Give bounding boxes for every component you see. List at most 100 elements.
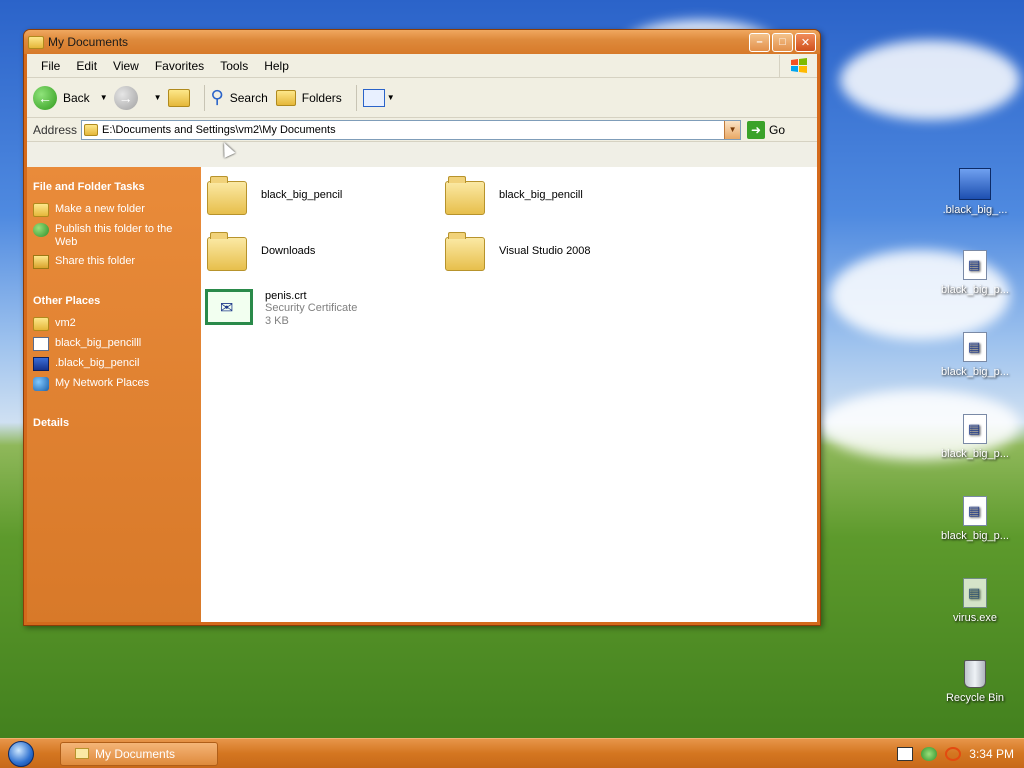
desktop-icon-computer[interactable]: .black_big_... bbox=[930, 168, 1020, 216]
folder-icon bbox=[207, 231, 251, 271]
document-icon bbox=[963, 332, 987, 362]
back-dropdown[interactable]: ▼ bbox=[100, 93, 108, 102]
windows-orb-icon bbox=[8, 740, 34, 767]
menu-view[interactable]: View bbox=[105, 59, 147, 73]
music-folder-icon bbox=[207, 175, 251, 215]
cloud bbox=[840, 40, 1020, 120]
search-tray-icon[interactable] bbox=[945, 746, 962, 761]
back-button[interactable]: ← Back bbox=[33, 85, 90, 110]
desktop-icon-label: black_big_p... bbox=[941, 284, 1009, 296]
address-dropdown[interactable]: ▼ bbox=[724, 120, 741, 139]
task-make-new-folder[interactable]: Make a new folder bbox=[33, 203, 195, 217]
file-name: Downloads bbox=[261, 245, 316, 257]
file-name: Visual Studio 2008 bbox=[499, 245, 591, 257]
back-arrow-icon: ← bbox=[33, 85, 57, 110]
desktop-icon-label: black_big_p... bbox=[941, 366, 1009, 378]
desktop-icon-doc[interactable]: black_big_p... bbox=[930, 496, 1020, 542]
views-dropdown: ▼ bbox=[386, 93, 395, 102]
document-icon bbox=[33, 337, 49, 351]
search-icon: ⚲ bbox=[210, 87, 224, 107]
network-icon[interactable] bbox=[921, 746, 938, 761]
place-label: My Network Places bbox=[55, 377, 150, 389]
close-button[interactable]: ✕ bbox=[795, 32, 816, 52]
file-item[interactable]: black_big_pencil bbox=[207, 175, 342, 215]
desktop-icon-label: Recycle Bin bbox=[945, 692, 1005, 704]
file-item[interactable]: Downloads bbox=[207, 231, 315, 271]
file-item[interactable]: Visual Studio 2008 bbox=[445, 231, 591, 271]
clock[interactable]: 3:34 PM bbox=[969, 747, 1014, 761]
publish-web-icon bbox=[33, 223, 49, 237]
views-button[interactable]: ▼ bbox=[362, 88, 401, 107]
file-tasks-title[interactable]: File and Folder Tasks bbox=[33, 181, 195, 193]
task-label: Publish this folder to the Web bbox=[55, 223, 173, 248]
menu-edit[interactable]: Edit bbox=[68, 59, 105, 73]
window-title: My Documents bbox=[48, 35, 129, 49]
maximize-button[interactable]: □ bbox=[772, 32, 793, 52]
title-bar[interactable]: My Documents – □ ✕ bbox=[24, 30, 820, 54]
menu-tools[interactable]: Tools bbox=[212, 59, 256, 73]
back-label: Back bbox=[63, 90, 90, 105]
keyboard-icon[interactable] bbox=[897, 746, 914, 761]
desktop-icon-doc[interactable]: black_big_p... bbox=[930, 332, 1020, 378]
address-input[interactable]: E:\Documents and Settings\vm2\My Documen… bbox=[81, 119, 742, 140]
desktop-icon-label: virus.exe bbox=[952, 612, 998, 624]
folder-icon bbox=[84, 123, 99, 136]
menu-bar: File Edit View Favorites Tools Help bbox=[27, 54, 817, 78]
toolbar: ← Back ▼ → ▼ ⚲ Search Folders ▼ bbox=[27, 78, 817, 118]
desktop-icon-label: .black_big_... bbox=[942, 204, 1008, 216]
computer-icon bbox=[959, 168, 991, 200]
place-label: black_big_pencilll bbox=[55, 337, 142, 349]
toolbar-separator bbox=[355, 84, 357, 111]
file-type: Security Certificate bbox=[265, 302, 358, 314]
desktop-icon-label: black_big_p... bbox=[941, 530, 1009, 542]
document-icon bbox=[963, 414, 987, 444]
up-folder-icon bbox=[167, 88, 190, 107]
desktop-icon-recycle-bin[interactable]: Recycle Bin bbox=[930, 660, 1020, 704]
menu-help[interactable]: Help bbox=[256, 59, 297, 73]
place-label: .black_big_pencil bbox=[55, 357, 140, 369]
desktop-icon-exe[interactable]: virus.exe bbox=[930, 578, 1020, 624]
up-button[interactable] bbox=[167, 88, 190, 107]
file-name: black_big_pencill bbox=[499, 189, 583, 201]
place-black-big-pencilll[interactable]: black_big_pencilll bbox=[33, 337, 195, 351]
file-name: penis.crt bbox=[265, 290, 307, 302]
details-title[interactable]: Details bbox=[33, 417, 195, 429]
file-item[interactable]: penis.crt Security Certificate 3 KB bbox=[205, 289, 357, 329]
certificate-icon bbox=[205, 289, 255, 329]
executable-icon bbox=[963, 578, 987, 608]
go-button[interactable]: ➜ Go bbox=[747, 120, 785, 139]
place-network[interactable]: My Network Places bbox=[33, 377, 195, 391]
search-button[interactable]: ⚲ Search bbox=[211, 87, 268, 108]
folder-icon bbox=[33, 317, 49, 331]
forward-dropdown[interactable]: ▼ bbox=[154, 93, 162, 102]
windows-logo-icon bbox=[779, 54, 817, 77]
forward-button[interactable]: → bbox=[113, 85, 144, 110]
taskbar-item-my-documents[interactable]: My Documents bbox=[60, 741, 218, 766]
desktop-icon-doc[interactable]: black_big_p... bbox=[930, 250, 1020, 296]
share-folder-icon bbox=[33, 255, 49, 269]
minimize-button[interactable]: – bbox=[749, 32, 770, 52]
folders-button[interactable]: Folders bbox=[275, 89, 342, 106]
other-places-title[interactable]: Other Places bbox=[33, 295, 195, 307]
place-black-big-pencil[interactable]: .black_big_pencil bbox=[33, 357, 195, 371]
task-publish-folder[interactable]: Publish this folder to the Web bbox=[33, 223, 195, 249]
desktop-icon-label: black_big_p... bbox=[941, 448, 1009, 460]
views-icon bbox=[362, 88, 385, 107]
place-vm2[interactable]: vm2 bbox=[33, 317, 195, 331]
pictures-folder-icon bbox=[445, 175, 489, 215]
address-value: E:\Documents and Settings\vm2\My Documen… bbox=[102, 123, 336, 136]
start-button[interactable] bbox=[0, 739, 42, 768]
address-label: Address bbox=[33, 122, 78, 137]
folder-icon bbox=[28, 35, 44, 49]
task-share-folder[interactable]: Share this folder bbox=[33, 255, 195, 269]
explorer-window: My Documents – □ ✕ File Edit View Favori… bbox=[23, 29, 821, 626]
folders-icon bbox=[275, 89, 296, 106]
place-label: vm2 bbox=[55, 317, 76, 329]
menu-file[interactable]: File bbox=[33, 59, 68, 73]
file-item[interactable]: black_big_pencill bbox=[445, 175, 583, 215]
taskbar: My Documents 3:34 PM bbox=[0, 738, 1024, 768]
new-folder-icon bbox=[33, 203, 49, 217]
menu-favorites[interactable]: Favorites bbox=[147, 59, 212, 73]
desktop-icon-doc[interactable]: black_big_p... bbox=[930, 414, 1020, 460]
folders-label: Folders bbox=[301, 90, 342, 105]
